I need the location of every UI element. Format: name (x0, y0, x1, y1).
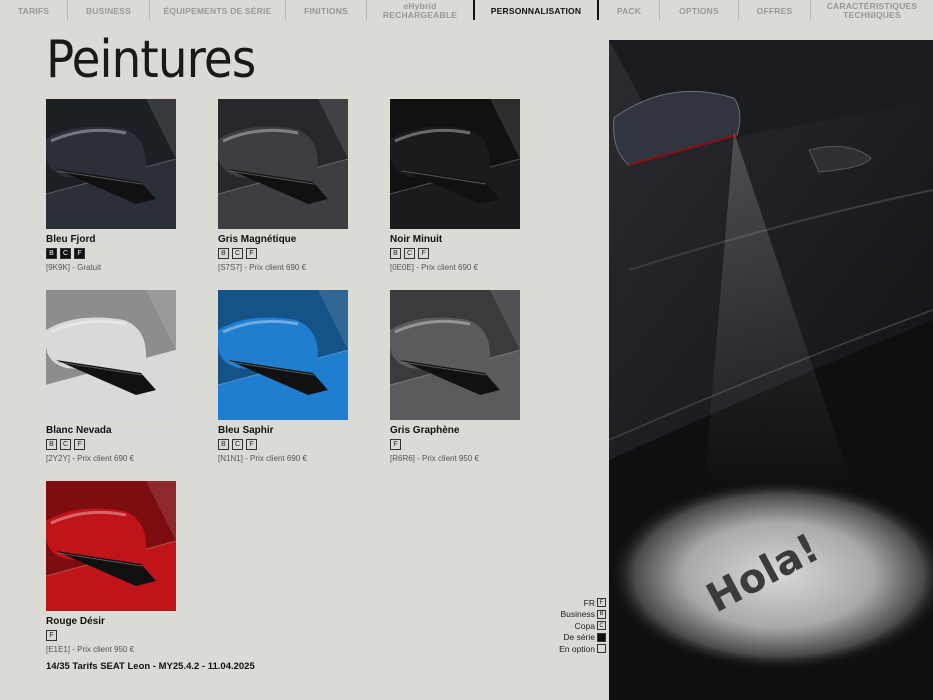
legend-row: FR F (540, 597, 606, 609)
trim-code-box: C (60, 248, 71, 259)
paint-swatch: Bleu Saphir B C F [N1N1] - Prix client 690 € (218, 290, 394, 463)
paint-name: Rouge Désir (46, 616, 105, 627)
legend-label: Copa (574, 620, 595, 631)
photo-illustration: Hola! (609, 40, 933, 700)
trim-availability-codes: F (46, 630, 222, 641)
paint-name: Noir Minuit (390, 234, 443, 245)
nav-tab-tarifs[interactable]: TARIFS (0, 0, 67, 22)
legend-box (597, 644, 606, 654)
top-navigation: TARIFS BUSINESS ÉQUIPEMENTS DE SÉRIE FIN… (0, 0, 933, 32)
nav-tab-finitions[interactable]: FINITIONS (286, 0, 366, 22)
paint-price: [E1E1] - Prix client 950 € (46, 645, 135, 654)
trim-availability-codes: BCF (46, 248, 222, 259)
paint-price: [S7S7] - Prix client 690 € (218, 263, 307, 272)
trim-code-box: B (46, 248, 57, 259)
paint-name: Gris Magnétique (218, 234, 297, 245)
car-puddle-light-photo: Hola! (609, 40, 933, 700)
paint-swatch: Blanc Nevada B C F [2Y2Y] - Prix client 690 … (46, 290, 222, 463)
mirror-color-image (218, 99, 348, 229)
paint-price: [2Y2Y] - Prix client 690 € (46, 454, 135, 463)
legend-label: De série (563, 632, 595, 643)
trim-code-box: F (246, 439, 257, 450)
trim-code-box: B (46, 439, 57, 450)
trim-code-box: C (232, 248, 243, 259)
paint-swatch: Gris Magnétique B C F [S7S7] - Prix client 6… (218, 99, 394, 272)
mirror-color-image (390, 99, 520, 229)
trim-code-box: F (390, 439, 401, 450)
paint-swatch: Rouge Désir F [E1E1] - Prix client 950 € (46, 481, 222, 654)
nav-tab-ehybrid[interactable]: eHybrid RECHARGEABLE (367, 0, 473, 22)
trim-code-box: F (74, 248, 85, 259)
mirror-color-image (218, 290, 348, 420)
mirror-color-image (46, 99, 176, 229)
nav-tab-pack[interactable]: PACK (599, 0, 659, 22)
trim-availability-codes: BCF (390, 248, 566, 259)
nav-tab-options[interactable]: OPTIONS (660, 0, 738, 22)
nav-tab-business[interactable]: BUSINESS (68, 0, 149, 22)
paint-swatch: Bleu Fjord B C F [9K9K] - Gratuit (46, 99, 222, 272)
paint-name: Bleu Fjord (46, 234, 96, 245)
trim-code-box: F (46, 630, 57, 641)
trim-code-box: F (246, 248, 257, 259)
paint-swatch: Noir Minuit B C F [0E0E] - Prix client 690 € (390, 99, 566, 272)
trim-code-box: B (390, 248, 401, 259)
mirror-color-image (46, 290, 176, 420)
paint-name: Bleu Saphir (218, 425, 274, 436)
paint-swatch: Gris Graphène F [R6R6] - Prix client 950 € (390, 290, 566, 463)
page-title: Peintures (46, 30, 256, 90)
trim-code-box: B (218, 248, 229, 259)
legend-row: De série (540, 632, 606, 644)
nav-tab-caracteristiques[interactable]: CARACTÉRISTIQUES TECHNIQUES (811, 0, 933, 22)
trim-availability-codes: BCF (218, 248, 394, 259)
legend-row: Business B (540, 609, 606, 621)
legend: FR F Business B Copa C De série En option (540, 597, 606, 655)
nav-tab-equipements[interactable]: ÉQUIPEMENTS DE SÉRIE (150, 0, 285, 22)
legend-label: En option (559, 643, 595, 654)
legend-box: F (597, 598, 606, 608)
legend-label: Business (560, 609, 596, 620)
trim-availability-codes: F (390, 439, 566, 450)
legend-label: FR (583, 597, 595, 608)
legend-row: En option (540, 643, 606, 655)
page-footer: 14/35 Tarifs SEAT Leon - MY25.4.2 - 11.0… (46, 661, 255, 672)
trim-code-box: B (218, 439, 229, 450)
trim-code-box: C (232, 439, 243, 450)
trim-code-box: C (60, 439, 71, 450)
paint-price: [9K9K] - Gratuit (46, 263, 102, 272)
mirror-color-image (46, 481, 176, 611)
paint-price: [0E0E] - Prix client 690 € (390, 263, 479, 272)
paint-name: Gris Graphène (390, 425, 460, 436)
trim-code-box: C (404, 248, 415, 259)
trim-code-box: F (74, 439, 85, 450)
nav-tab-personnalisation[interactable]: PERSONNALISATION (475, 0, 597, 22)
mirror-color-image (390, 290, 520, 420)
legend-box: C (597, 621, 606, 631)
paint-price: [N1N1] - Prix client 690 € (218, 454, 307, 463)
nav-tab-offres[interactable]: OFFRES (739, 0, 810, 22)
paint-name: Blanc Nevada (46, 425, 112, 436)
legend-box (597, 632, 606, 642)
legend-row: Copa C (540, 620, 606, 632)
trim-code-box: F (418, 248, 429, 259)
trim-availability-codes: BCF (218, 439, 394, 450)
paint-price: [R6R6] - Prix client 950 € (390, 454, 479, 463)
trim-availability-codes: BCF (46, 439, 222, 450)
legend-box: B (597, 609, 606, 619)
